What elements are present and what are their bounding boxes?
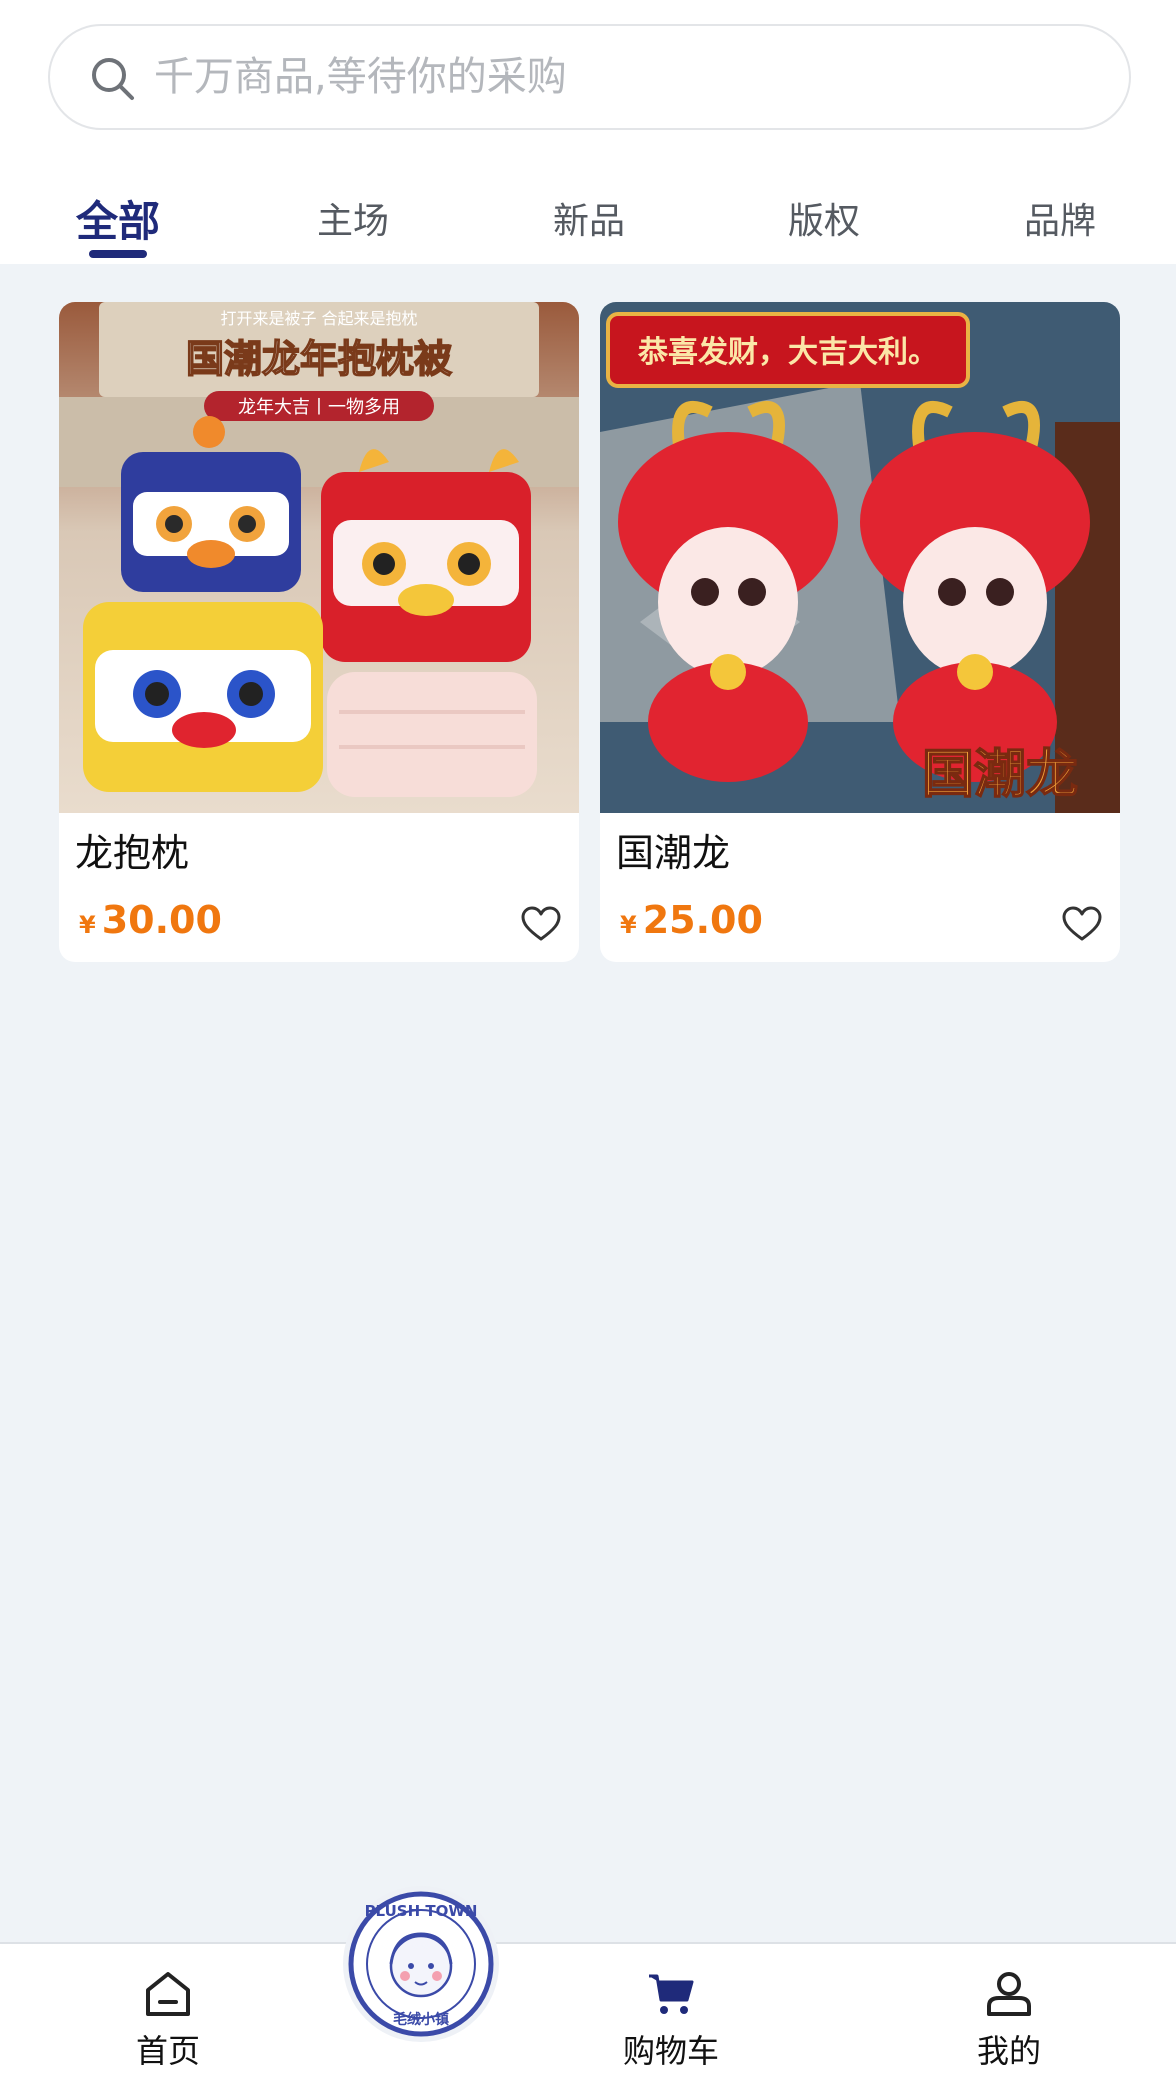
header: 全部 主场 新品 版权 品牌 <box>0 0 1176 264</box>
tab-brand[interactable]: 品牌 <box>1024 192 1096 244</box>
nav-home-label: 首页 <box>135 2032 200 2070</box>
heart-icon[interactable] <box>1062 906 1102 942</box>
search-bar[interactable] <box>48 24 1131 130</box>
product-title: 龙抱枕 <box>75 831 190 875</box>
plush-town-logo: PLUSH TOWN 毛绒小镇 <box>348 1891 494 2037</box>
product-title: 国潮龙 <box>616 831 731 875</box>
nav-profile-label: 我的 <box>976 2032 1041 2070</box>
brand-logo-button[interactable]: PLUSH TOWN 毛绒小镇 <box>343 1886 499 2042</box>
svg-text:打开来是被子 合起来是抱枕: 打开来是被子 合起来是抱枕 <box>220 309 417 328</box>
nav-cart-label: 购物车 <box>622 2032 719 2070</box>
nav-profile[interactable]: 我的 <box>929 1970 1089 2072</box>
user-icon <box>987 1972 1031 2016</box>
bottom-nav: 首页 购物车 我的 <box>0 1942 1176 2091</box>
cart-icon <box>649 1974 694 2014</box>
svg-text:恭喜发财，大吉大利。: 恭喜发财，大吉大利。 <box>637 335 938 370</box>
svg-text:PLUSH TOWN: PLUSH TOWN <box>365 1902 478 1920</box>
product-price: ¥25.00 <box>620 898 763 942</box>
search-icon <box>92 58 134 100</box>
tab-new[interactable]: 新品 <box>553 192 625 244</box>
nav-cart[interactable]: 购物车 <box>591 1970 751 2072</box>
home-icon <box>146 1972 190 2016</box>
category-tabs: 全部 主场 新品 版权 品牌 <box>0 180 1176 264</box>
product-card[interactable]: 恭喜发财，大吉大利。 国潮龙 国潮龙 ¥25.00 <box>600 302 1120 962</box>
heart-icon[interactable] <box>521 906 561 942</box>
tab-main-venue[interactable]: 主场 <box>317 192 389 244</box>
product-price: ¥30.00 <box>79 898 222 942</box>
svg-text:毛绒小镇: 毛绒小镇 <box>393 2011 449 2028</box>
product-image: 恭喜发财，大吉大利。 国潮龙 <box>600 302 1120 813</box>
product-image: 打开来是被子 合起来是抱枕 国潮龙年抱枕被 龙年大吉丨一物多用 <box>59 302 579 813</box>
tab-copyright[interactable]: 版权 <box>788 192 860 244</box>
search-input[interactable] <box>154 26 1094 128</box>
svg-text:国潮龙: 国潮龙 <box>922 745 1078 805</box>
product-card[interactable]: 打开来是被子 合起来是抱枕 国潮龙年抱枕被 龙年大吉丨一物多用 龙抱枕 ¥ 30… <box>59 302 579 962</box>
active-tab-indicator <box>89 250 147 258</box>
nav-home[interactable]: 首页 <box>88 1970 248 2072</box>
tab-all[interactable]: 全部 <box>76 188 160 249</box>
svg-text:国潮龙年抱枕被: 国潮龙年抱枕被 <box>186 337 452 381</box>
svg-text:龙年大吉丨一物多用: 龙年大吉丨一物多用 <box>238 397 400 418</box>
